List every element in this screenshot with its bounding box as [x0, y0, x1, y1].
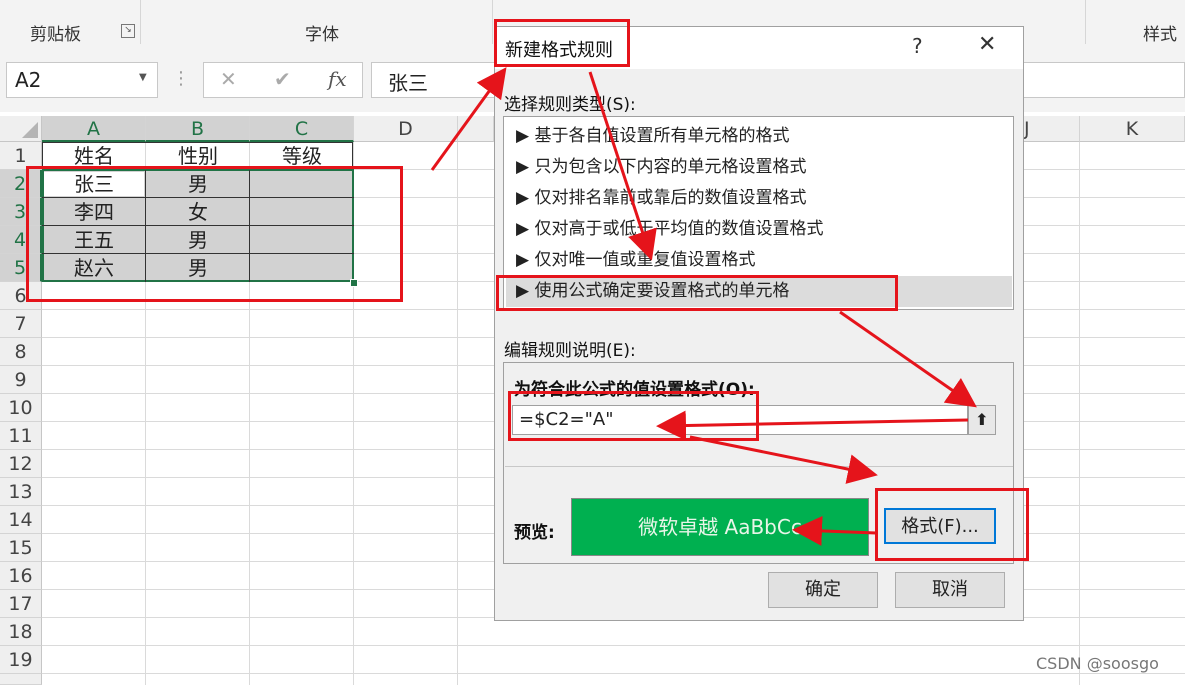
- arrow-to-format: [689, 435, 878, 484]
- arrow-to-rule-type: [588, 71, 657, 261]
- annotation-arrows: [430, 67, 977, 546]
- arrow-to-preview: [792, 515, 877, 546]
- watermark: CSDN @soosgo: [1036, 654, 1159, 673]
- arrow-to-collapse: [839, 310, 977, 408]
- arrow-to-title: [430, 67, 507, 171]
- arrow-to-formula: [656, 410, 969, 441]
